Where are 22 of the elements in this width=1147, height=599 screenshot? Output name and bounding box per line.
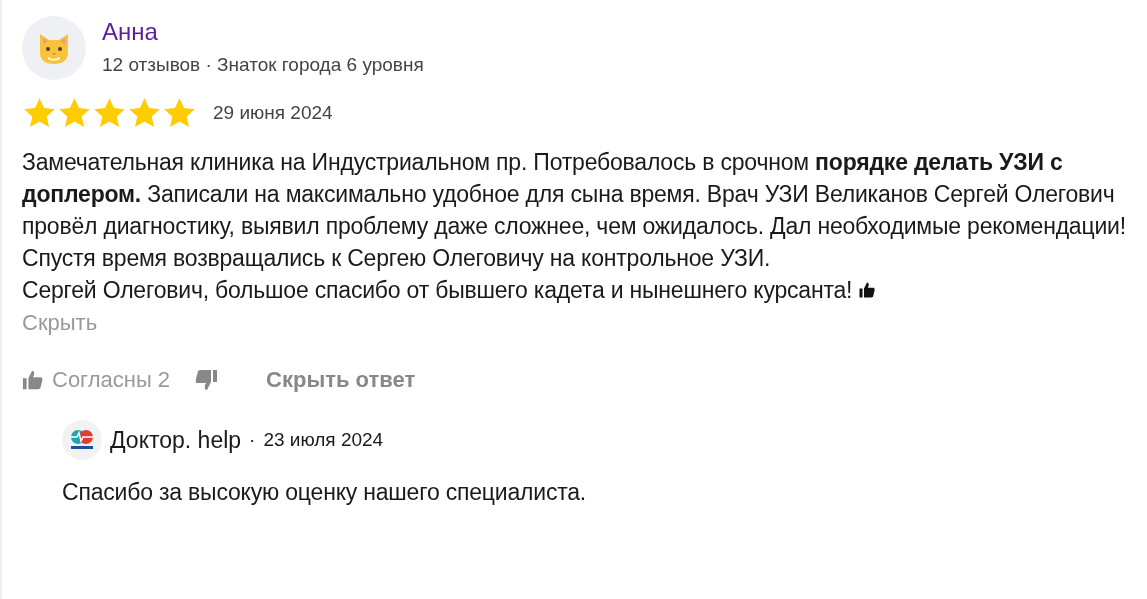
collapse-link[interactable]: Скрыть: [22, 306, 98, 339]
clinic-logo: [62, 420, 102, 460]
separator-dot: ·: [249, 427, 256, 452]
review-text: Замечательная клиника на Индустриальном пр. Потребовалось в срочном порядке делать УЗИ с доплером. Записали на максимально удобное для сына время. Врач УЗИ Великанов Сергей Олегович провёл диагностику, выявил проблему даже сложнее, чем ожидалось. Дал необходимые рекомендации! Спустя время возвращались к Сергею Олеговичу на контрольное УЗИ.: [22, 148, 1127, 273]
hide-reply-button[interactable]: Скрыть ответ: [266, 363, 416, 396]
thumbs-down-icon: [194, 367, 219, 392]
star-icon: [57, 96, 92, 130]
author-meta: 12 отзывов · Знаток города 6 уровня: [102, 52, 424, 77]
star-icon: [162, 96, 197, 130]
star-icon: [127, 96, 162, 130]
star-icon: [92, 96, 127, 130]
author-name[interactable]: Анна: [102, 16, 424, 47]
reply-author[interactable]: Доктор. help: [110, 422, 242, 458]
dislike-button[interactable]: [194, 367, 219, 392]
reply-date: 23 июля 2024: [263, 427, 384, 452]
review-date: 29 июня 2024: [213, 100, 333, 125]
reply-text: Спасибо за высокую оценку нашего специалиста.: [62, 478, 588, 507]
review-text: Сергей Олегович, большое спасибо от бывшего кадета и нынешнего курсанта!: [22, 276, 853, 305]
like-button[interactable]: Согласны 2: [22, 363, 171, 396]
star-icon: [22, 96, 57, 130]
thumbs-up-icon: [858, 281, 877, 299]
thumbs-up-icon: [22, 368, 44, 391]
